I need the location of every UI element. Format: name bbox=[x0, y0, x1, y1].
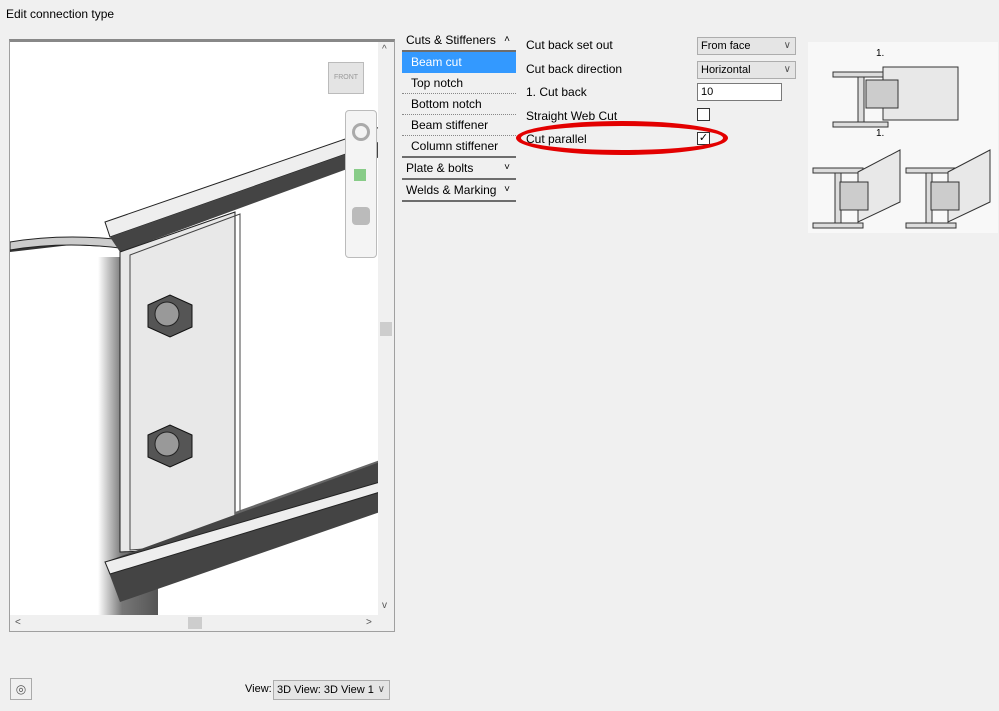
section-label: Welds & Marking bbox=[406, 183, 497, 197]
cut-back-direction-label: Cut back direction bbox=[526, 62, 623, 76]
nav-item-beam-stiffener[interactable]: Beam stiffener bbox=[402, 115, 516, 136]
nav-item-top-notch[interactable]: Top notch bbox=[402, 73, 516, 94]
beam-cut-preview-diagram: 1. 1. bbox=[808, 42, 998, 233]
3d-model-render bbox=[10, 126, 381, 631]
section-welds-marking[interactable]: Welds & Marking ˅ bbox=[402, 180, 516, 202]
nav-item-bottom-notch[interactable]: Bottom notch bbox=[402, 94, 516, 115]
chevron-down-icon: ˅ bbox=[504, 184, 510, 195]
chevron-down-icon: ˅ bbox=[504, 162, 510, 173]
3d-viewport[interactable]: FRONT ^ v < > bbox=[9, 39, 395, 632]
navigation-bar bbox=[345, 110, 377, 258]
zoom-window-icon[interactable] bbox=[354, 169, 366, 181]
category-nav: Cuts & Stiffeners ˄ Beam cut Top notch Bo… bbox=[402, 30, 516, 202]
dimension-label: 1. bbox=[876, 48, 884, 59]
steering-wheel-icon[interactable] bbox=[352, 123, 370, 141]
steering-wheel-toggle-icon[interactable]: ◎ bbox=[10, 678, 32, 700]
dimension-label: 1. bbox=[876, 128, 884, 139]
cut-back-set-out-dropdown[interactable]: From face ∨ bbox=[697, 37, 796, 55]
nav-item-column-stiffener[interactable]: Column stiffener bbox=[402, 136, 516, 158]
chevron-up-icon: ˄ bbox=[504, 34, 510, 45]
view-label: View: bbox=[245, 683, 272, 695]
view-dropdown[interactable]: 3D View: 3D View 1 ∨ bbox=[273, 680, 390, 700]
view-cube[interactable]: FRONT bbox=[328, 62, 364, 94]
cut-back-input[interactable]: 10 bbox=[697, 83, 782, 101]
dropdown-value: 3D View: 3D View 1 bbox=[277, 684, 374, 696]
cut-back-label: 1. Cut back bbox=[526, 85, 587, 99]
cut-back-direction-dropdown[interactable]: Horizontal ∨ bbox=[697, 61, 796, 79]
cut-back-set-out-label: Cut back set out bbox=[526, 38, 613, 52]
section-label: Plate & bolts bbox=[406, 161, 474, 175]
section-cuts-stiffeners[interactable]: Cuts & Stiffeners ˄ bbox=[402, 30, 516, 52]
chevron-down-icon: ∨ bbox=[783, 40, 791, 51]
section-plate-bolts[interactable]: Plate & bolts ˅ bbox=[402, 158, 516, 180]
chevron-down-icon: ∨ bbox=[377, 684, 385, 695]
vertical-scrollbar[interactable]: ^ v bbox=[378, 42, 394, 617]
window-title: Edit connection type bbox=[6, 7, 115, 21]
section-label: Cuts & Stiffeners bbox=[406, 33, 496, 47]
dropdown-value: From face bbox=[701, 40, 751, 52]
red-highlight-annotation bbox=[516, 121, 728, 155]
horizontal-scrollbar[interactable]: < > bbox=[10, 615, 394, 631]
straight-web-cut-checkbox[interactable] bbox=[697, 108, 710, 121]
dropdown-value: Horizontal bbox=[701, 64, 751, 76]
chevron-down-icon: ∨ bbox=[783, 64, 791, 75]
nav-item-beam-cut[interactable]: Beam cut bbox=[402, 52, 516, 73]
orbit-icon[interactable] bbox=[352, 207, 370, 225]
